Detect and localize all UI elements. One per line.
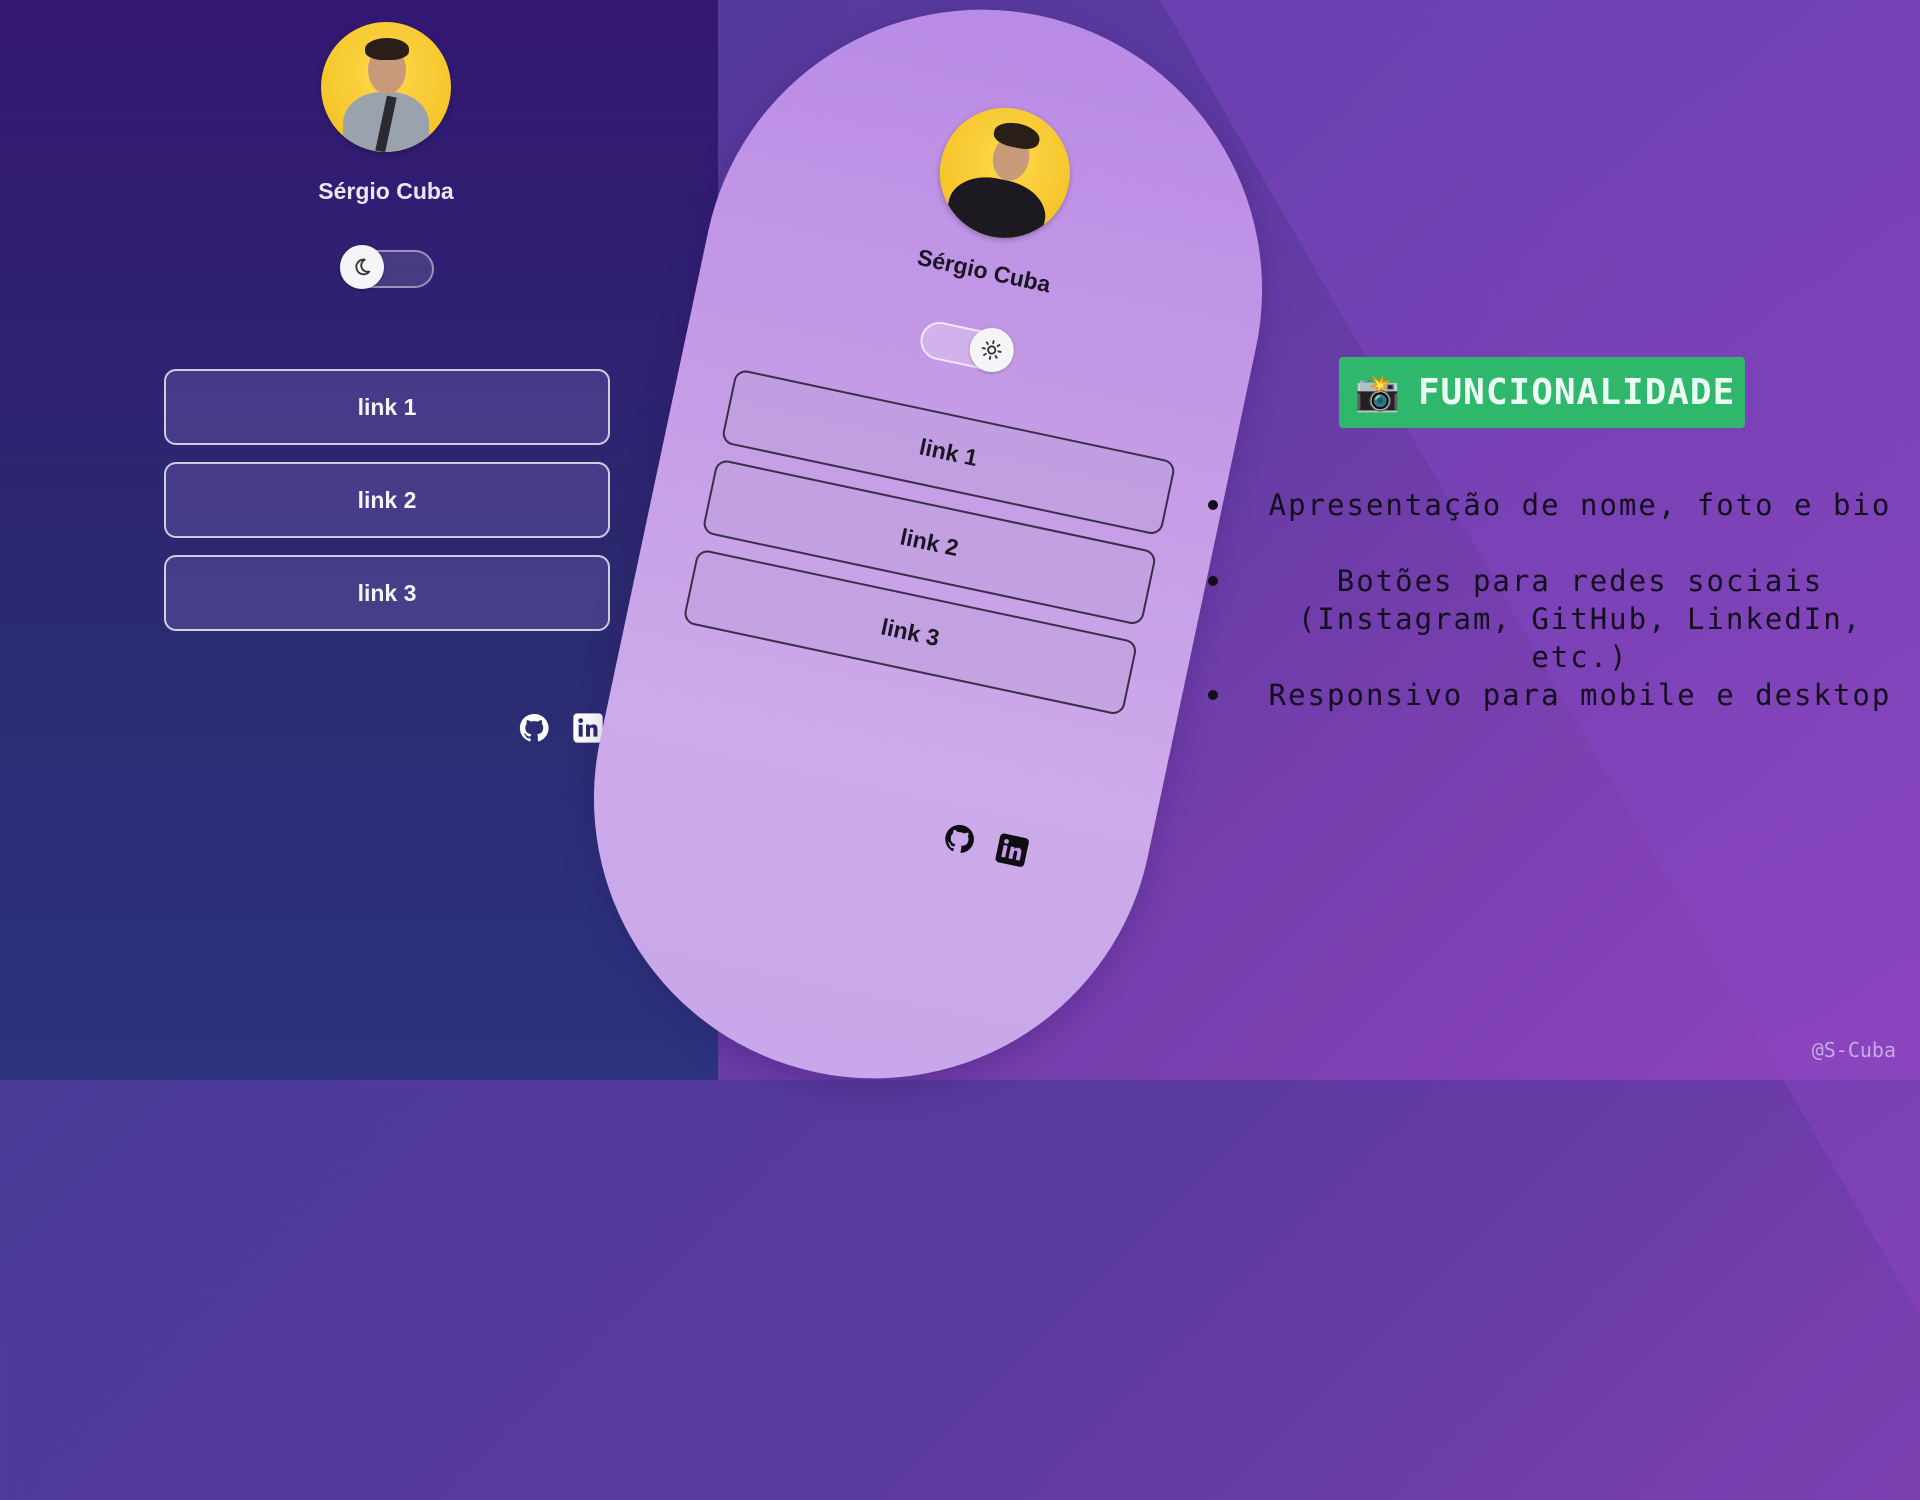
moon-icon (340, 245, 384, 289)
link-button-3[interactable]: link 3 (164, 555, 610, 631)
list-item: Botões para redes sociais (Instagram, Gi… (1200, 562, 1900, 676)
camera-flash-icon: 📸 (1355, 375, 1400, 411)
profile-name: Sérgio Cuba (250, 178, 522, 205)
social-links (518, 712, 604, 744)
background-slab (1160, 0, 1920, 1500)
link-button-1[interactable]: link 1 (164, 369, 610, 445)
watermark: @S-Cuba (1812, 1038, 1896, 1062)
feature-badge: 📸 FUNCIONALIDADE (1339, 357, 1745, 428)
avatar (928, 96, 1082, 250)
list-item: Apresentação de nome, foto e bio (1200, 486, 1900, 524)
bullet-icon (1208, 576, 1218, 586)
dark-mode-preview: Sérgio Cuba link 1 link 2 link 3 (0, 0, 718, 1080)
github-icon[interactable] (940, 820, 978, 858)
bullet-icon (1208, 690, 1218, 700)
linkedin-icon[interactable] (993, 831, 1031, 869)
avatar (321, 22, 451, 152)
social-links (940, 820, 1031, 869)
theme-toggle[interactable] (917, 318, 1017, 375)
badge-title: FUNCIONALIDADE (1418, 372, 1735, 413)
list-item: Responsivo para mobile e desktop (1200, 676, 1900, 714)
sun-icon (966, 324, 1018, 376)
profile-name: Sérgio Cuba (846, 229, 1122, 313)
theme-toggle[interactable] (340, 250, 434, 288)
bullet-icon (1208, 500, 1218, 510)
github-icon[interactable] (518, 712, 550, 744)
link-button-2[interactable]: link 2 (164, 462, 610, 538)
